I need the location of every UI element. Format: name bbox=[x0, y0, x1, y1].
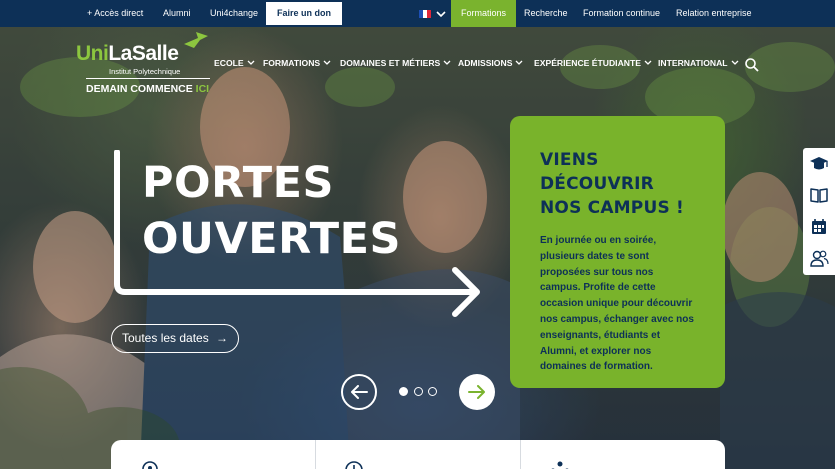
formations-topbar-tab[interactable]: Formations bbox=[451, 0, 517, 27]
recherche-link[interactable]: Recherche bbox=[524, 0, 568, 27]
panel-divider bbox=[315, 440, 316, 469]
acces-direct-link[interactable]: + Accès direct bbox=[87, 0, 143, 27]
people-icon[interactable] bbox=[809, 248, 829, 268]
card-title: VIENS DÉCOUVRIR NOS CAMPUS ! bbox=[540, 150, 684, 218]
bird-logo-icon bbox=[184, 32, 208, 48]
language-selector[interactable] bbox=[419, 0, 446, 27]
chevron-down-icon bbox=[515, 60, 523, 65]
card-body: En journée ou en soirée, plusieurs dates… bbox=[540, 235, 694, 373]
book-icon[interactable] bbox=[809, 185, 829, 205]
open-days-card: VIENS DÉCOUVRIR NOS CAMPUS ! En journée o… bbox=[510, 116, 725, 388]
carousel-dot-3[interactable] bbox=[428, 387, 437, 396]
nav-formations[interactable]: FORMATIONS bbox=[263, 58, 331, 68]
graduation-cap-icon[interactable] bbox=[809, 154, 829, 174]
carousel-prev-button[interactable] bbox=[341, 374, 377, 410]
calendar-icon[interactable] bbox=[809, 217, 829, 237]
clock-icon[interactable] bbox=[345, 460, 363, 469]
faire-un-don-button[interactable]: Faire un don bbox=[266, 2, 342, 25]
nav-domaines-metiers[interactable]: DOMAINES ET MÉTIERS bbox=[340, 58, 451, 68]
brand-subtitle: Institut Polytechnique bbox=[109, 67, 181, 76]
logo-divider bbox=[86, 78, 210, 79]
carousel-next-button[interactable] bbox=[459, 374, 495, 410]
nav-experience-etudiante[interactable]: EXPÉRIENCE ÉTUDIANTE bbox=[534, 58, 652, 68]
unilasalle-logo[interactable]: UniLaSalle Institut Polytechnique DEMAIN… bbox=[76, 32, 210, 95]
toutes-les-dates-button[interactable]: Toutes les dates → bbox=[111, 324, 239, 353]
chevron-down-icon bbox=[323, 60, 331, 65]
arrow-right-icon bbox=[468, 385, 485, 399]
brand-tagline: DEMAIN COMMENCE ICI bbox=[86, 83, 210, 95]
formation-continue-link[interactable]: Formation continue bbox=[583, 0, 660, 27]
alumni-link[interactable]: Alumni bbox=[163, 0, 191, 27]
hero-arrow-graphic bbox=[114, 150, 480, 317]
arrow-right-icon: → bbox=[216, 331, 228, 345]
brand-name: UniLaSalle bbox=[76, 42, 179, 65]
chevron-down-icon bbox=[247, 60, 255, 65]
chevron-down-icon bbox=[435, 11, 446, 17]
nav-ecole[interactable]: ECOLE bbox=[214, 58, 255, 68]
chevron-down-icon bbox=[443, 60, 451, 65]
top-utility-bar: + Accès direct Alumni Uni4change Faire u… bbox=[0, 0, 835, 27]
nav-international[interactable]: INTERNATIONAL bbox=[658, 58, 739, 68]
location-pin-icon[interactable] bbox=[141, 460, 159, 469]
network-icon[interactable] bbox=[549, 460, 571, 469]
carousel-dot-2[interactable] bbox=[414, 387, 423, 396]
panel-divider bbox=[520, 440, 521, 469]
arrow-left-icon bbox=[351, 385, 368, 399]
search-icon[interactable] bbox=[745, 58, 759, 72]
chevron-down-icon bbox=[731, 60, 739, 65]
carousel-dot-1[interactable] bbox=[399, 387, 408, 396]
relation-entreprise-link[interactable]: Relation entreprise bbox=[676, 0, 752, 27]
quick-links-panel bbox=[111, 440, 725, 469]
chevron-down-icon bbox=[644, 60, 652, 65]
france-flag-icon bbox=[419, 9, 431, 18]
uni4change-link[interactable]: Uni4change bbox=[210, 0, 258, 27]
quick-access-sidebar bbox=[803, 148, 835, 275]
nav-admissions[interactable]: ADMISSIONS bbox=[458, 58, 523, 68]
